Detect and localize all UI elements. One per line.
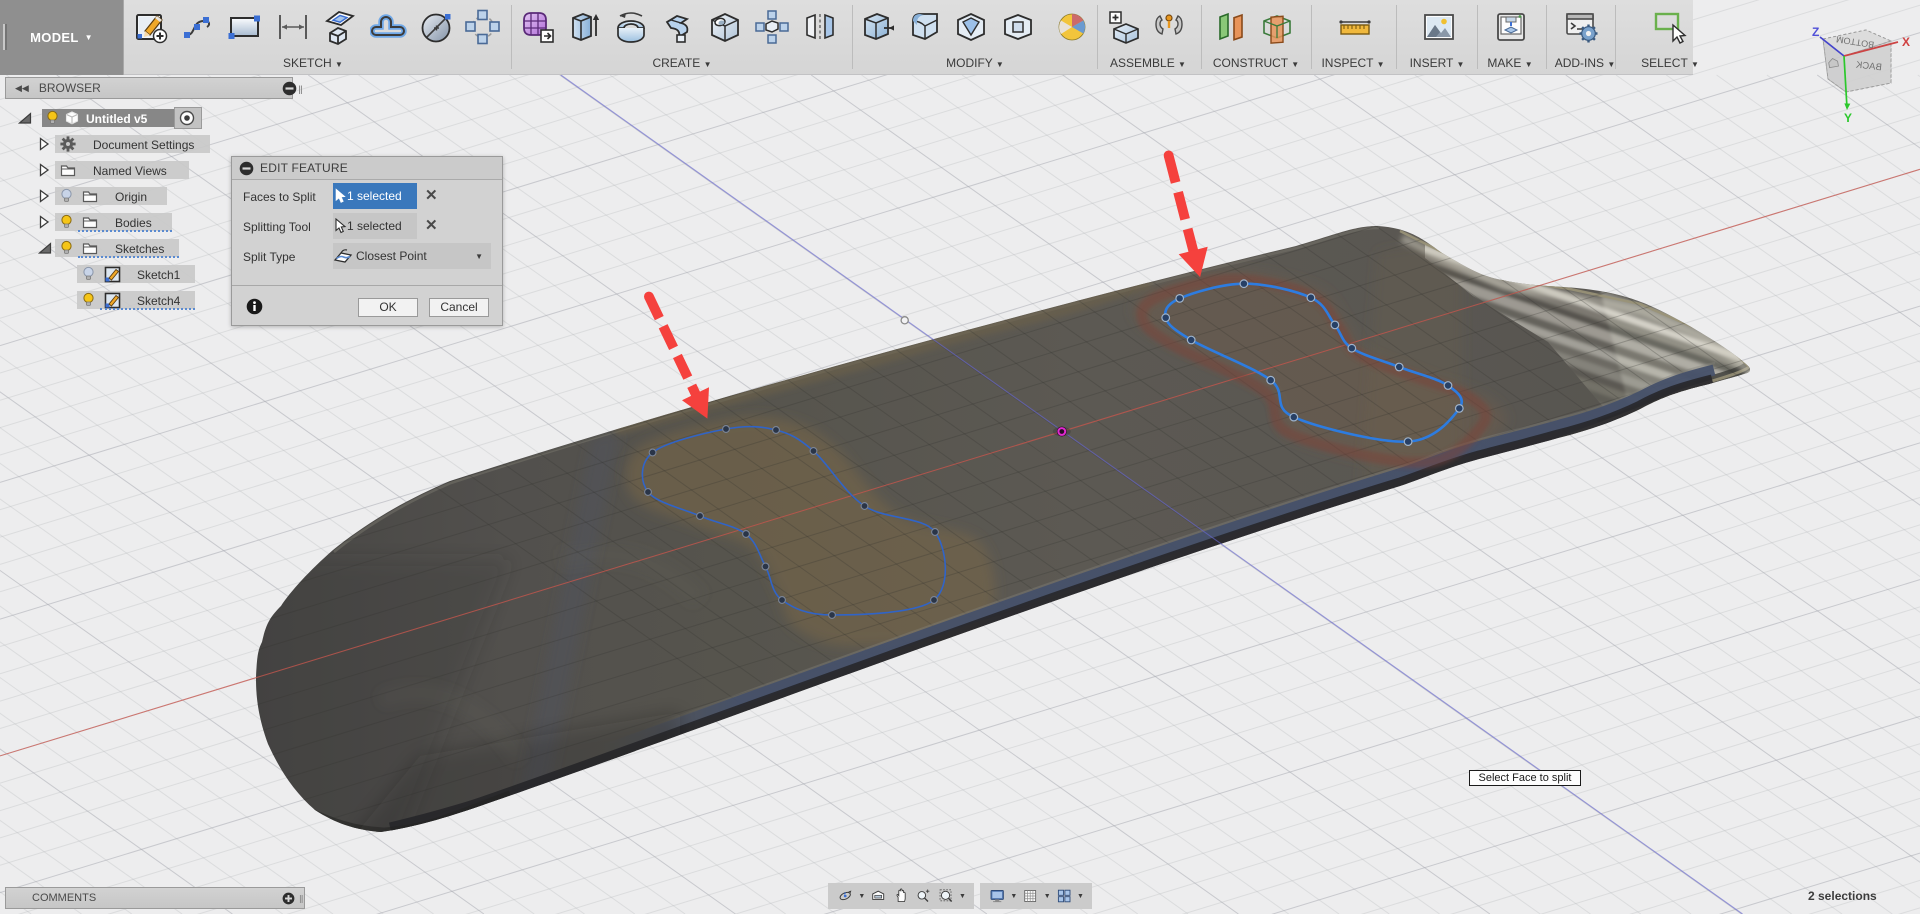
svg-text:Y: Y xyxy=(1844,111,1852,125)
svg-text:Z: Z xyxy=(1812,25,1819,39)
svg-text:X: X xyxy=(1902,35,1910,49)
